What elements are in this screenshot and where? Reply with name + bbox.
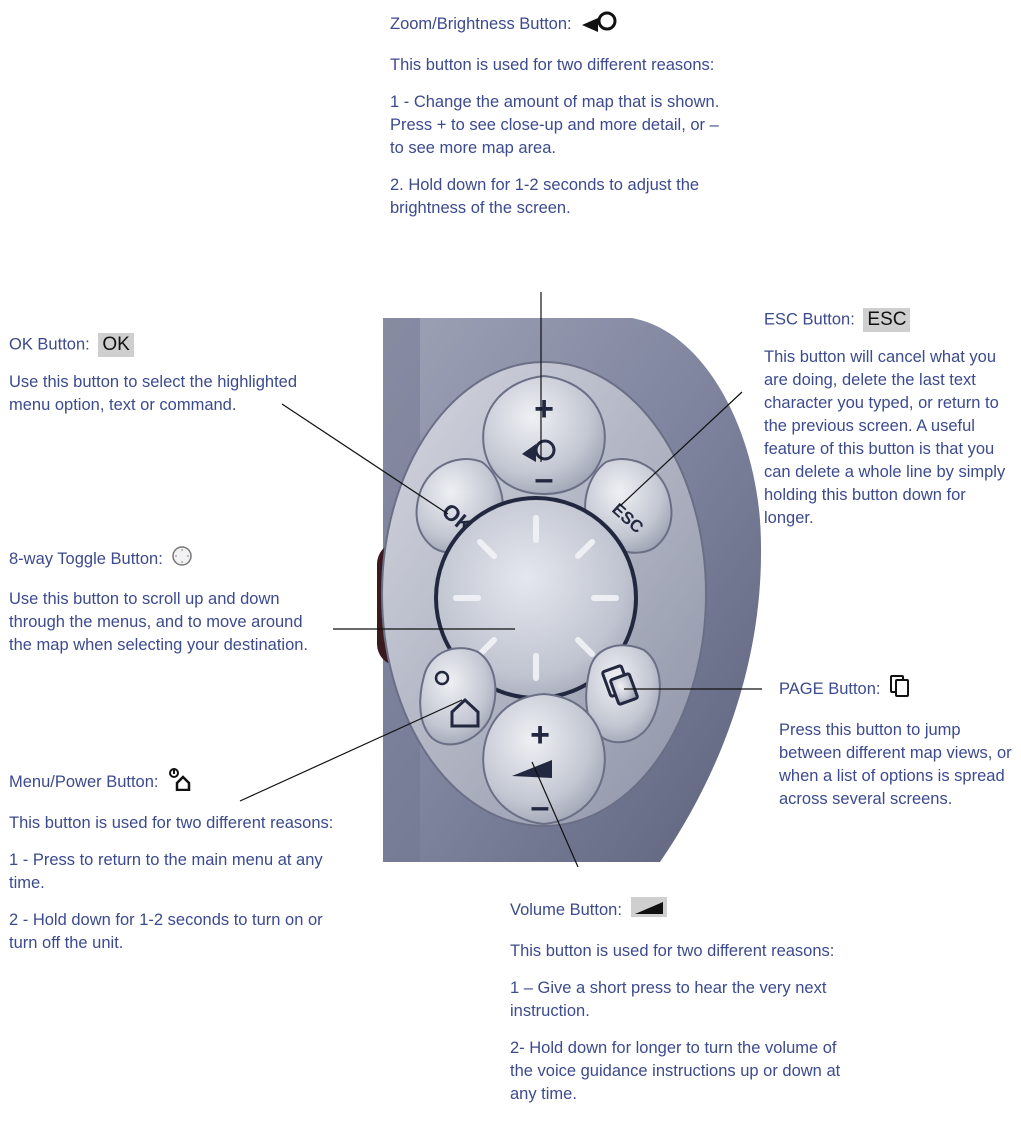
- page-title: PAGE Button:: [779, 679, 881, 698]
- toggle-body: Use this button to scroll up and down th…: [9, 590, 309, 654]
- page-icon: [889, 674, 911, 705]
- volume-point-2: 2- Hold down for longer to turn the volu…: [510, 1039, 841, 1103]
- zoom-icon: [580, 9, 620, 40]
- menu-power-icon: [167, 767, 191, 798]
- zoom-brightness-button[interactable]: + –: [482, 374, 606, 498]
- volume-icon: [630, 895, 667, 926]
- menu-power-title: Menu/Power Button:: [9, 772, 159, 791]
- svg-text:–: –: [531, 788, 550, 826]
- toggle-title: 8-way Toggle Button:: [9, 549, 163, 568]
- volume-title: Volume Button:: [510, 900, 622, 919]
- svg-text:–: –: [535, 460, 554, 498]
- esc-description: ESC Button: ESC This button will cancel …: [764, 308, 1014, 544]
- zoom-brightness-title: Zoom/Brightness Button:: [390, 14, 572, 33]
- toggle-icon: [171, 545, 193, 574]
- menu-power-description: Menu/Power Button: This button is used f…: [9, 767, 339, 969]
- esc-title: ESC Button:: [764, 310, 855, 329]
- zoom-point-2: 2. Hold down for 1-2 seconds to adjust t…: [390, 176, 700, 217]
- page-body: Press this button to jump between differ…: [779, 721, 1012, 808]
- ok-body: Use this button to select the highlighte…: [9, 373, 298, 414]
- ok-description: OK Button: OK Use this button to select …: [9, 333, 309, 431]
- ok-title: OK Button:: [9, 335, 90, 354]
- volume-point-1: 1 – Give a short press to hear the very …: [510, 979, 827, 1020]
- zoom-point-1: 1 - Change the amount of map that is sho…: [390, 93, 720, 157]
- esc-key-label: ESC: [863, 308, 911, 332]
- volume-description: Volume Button: This button is used for t…: [510, 895, 850, 1120]
- toggle-description: 8-way Toggle Button: Use this button to …: [9, 545, 319, 671]
- ok-key-label: OK: [98, 333, 134, 357]
- zoom-brightness-description: Zoom/Brightness Button: This button is u…: [390, 9, 735, 234]
- svg-text:+: +: [530, 716, 550, 754]
- zoom-intro: This button is used for two different re…: [390, 56, 715, 74]
- menu-point-2: 2 - Hold down for 1-2 seconds to turn on…: [9, 911, 323, 952]
- page-description: PAGE Button: Press this button to jump b…: [779, 674, 1014, 825]
- menu-intro: This button is used for two different re…: [9, 814, 334, 832]
- volume-intro: This button is used for two different re…: [510, 942, 835, 960]
- menu-point-1: 1 - Press to return to the main menu at …: [9, 851, 323, 892]
- svg-text:+: +: [534, 390, 554, 428]
- esc-body: This button will cancel what you are doi…: [764, 348, 1006, 527]
